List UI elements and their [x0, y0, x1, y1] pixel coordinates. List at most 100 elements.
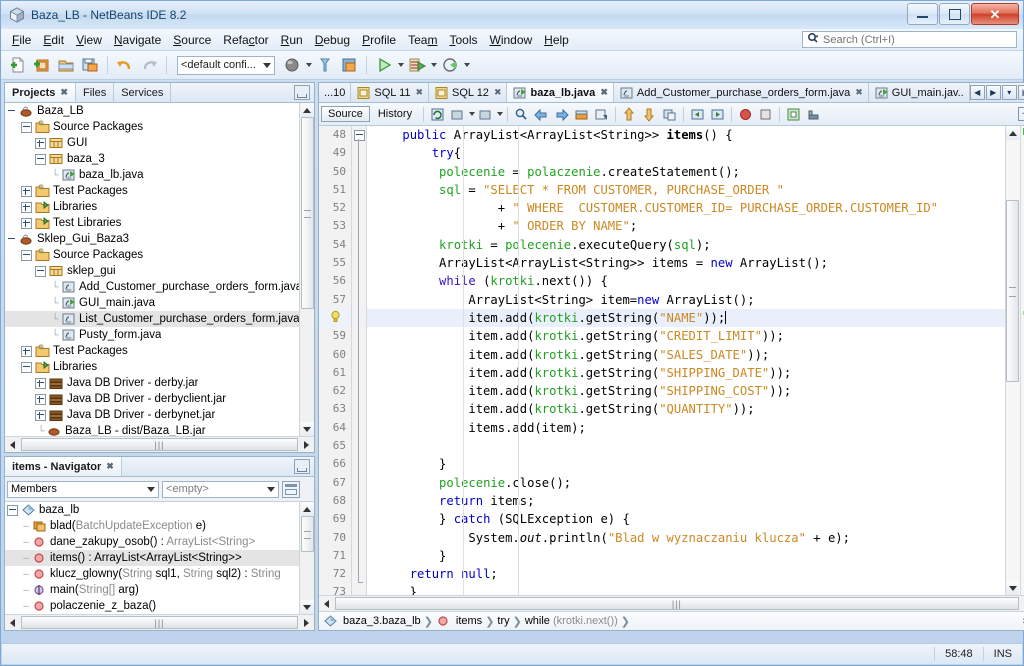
run-project-icon[interactable] [373, 54, 395, 76]
tree-node[interactable]: GUI [5, 135, 299, 151]
build-dropdown-icon[interactable] [306, 63, 312, 67]
breadcrumb-item[interactable]: items [456, 615, 482, 627]
tree-node[interactable]: Sklep_Gui_Baza3 [5, 231, 299, 247]
menu-source[interactable]: Source [167, 31, 217, 49]
close-icon[interactable]: ✖ [106, 461, 114, 472]
stop-icon[interactable] [756, 105, 775, 123]
tree-node[interactable]: └ Baza_LB - dist/Baza_LB.jar [5, 423, 299, 436]
debug-project-icon[interactable] [406, 54, 428, 76]
minimize-navigator-icon[interactable] [294, 459, 310, 474]
menu-edit[interactable]: Edit [37, 31, 70, 49]
scroll-up-icon[interactable] [1006, 126, 1020, 140]
editor-hscrollbar[interactable]: ||| [319, 595, 1024, 611]
close-button[interactable]: ✕ [971, 3, 1019, 25]
editor-tab[interactable]: GUI_main.jav.. [869, 83, 970, 102]
close-icon[interactable]: ✖ [415, 87, 423, 98]
tree-node[interactable]: Test Libraries [5, 215, 299, 231]
project-configuration-combo[interactable]: <default confi... [177, 55, 275, 75]
collapse-icon[interactable] [21, 361, 32, 373]
menu-run[interactable]: Run [275, 31, 309, 49]
code-text[interactable]: public ArrayList<ArrayList<String>> item… [367, 126, 1005, 595]
search-box[interactable] [802, 31, 1017, 48]
tree-node[interactable]: Test Packages [5, 183, 299, 199]
scroll-left-icon[interactable]: ◀ [969, 85, 985, 100]
open-project-icon[interactable] [55, 54, 77, 76]
minimize-button[interactable] [907, 3, 938, 25]
code-folding-column[interactable] [352, 126, 367, 595]
scroll-left-icon[interactable] [5, 438, 20, 452]
editor-tab[interactable]: baza_lb.java ✖ [507, 83, 614, 102]
expand-icon[interactable] [35, 377, 46, 389]
menu-window[interactable]: Window [483, 31, 538, 49]
run-dropdown-icon[interactable] [398, 63, 404, 67]
scroll-right-icon[interactable] [299, 438, 314, 452]
tree-node[interactable]: Java DB Driver - derbynet.jar [5, 407, 299, 423]
editor-tab[interactable]: SQL 12 ✖ [429, 83, 508, 102]
tree-node[interactable]: └ GUI_main.java [5, 295, 299, 311]
forward-navigation-icon[interactable] [448, 105, 467, 123]
menu-team[interactable]: Team [402, 31, 443, 49]
vscroll-thumb[interactable] [300, 117, 314, 309]
breadcrumb-item[interactable]: while (krotki.next()) [525, 615, 618, 627]
comment-icon[interactable] [660, 105, 679, 123]
navigator-member-row[interactable]: baza_lb [5, 502, 299, 518]
menu-tools[interactable]: Tools [443, 31, 483, 49]
scroll-down-icon[interactable] [300, 600, 314, 614]
minimize-window-icon[interactable] [294, 85, 310, 100]
navigator-member-row[interactable]: – main(String[] arg) [5, 582, 299, 598]
tree-node[interactable]: └ Pusty_form.java [5, 327, 299, 343]
menu-refactor[interactable]: Refactor [217, 31, 274, 49]
close-icon[interactable]: ✖ [494, 87, 502, 98]
save-all-icon[interactable] [79, 54, 101, 76]
navigator-member-row[interactable]: – polaczenie_z_baza() [5, 598, 299, 614]
menu-profile[interactable]: Profile [356, 31, 402, 49]
navigator-hscrollbar[interactable]: ||| [5, 614, 314, 630]
tree-node[interactable]: Libraries [5, 359, 299, 375]
error-annotation-strip[interactable] [1019, 126, 1024, 595]
scroll-right-icon[interactable]: ▶ [985, 85, 1001, 100]
tree-node[interactable]: Java DB Driver - derbyclient.jar [5, 391, 299, 407]
navigator-member-row[interactable]: – items() : ArrayList<ArrayList<String>> [5, 550, 299, 566]
tree-node[interactable]: Libraries [5, 199, 299, 215]
profile-project-icon[interactable] [439, 54, 461, 76]
project-tree[interactable]: Baza_LB Source Packages GUI baza_3 └ baza_lb.… [5, 103, 299, 436]
shift-left-icon[interactable] [620, 105, 639, 123]
scroll-left-icon[interactable] [319, 597, 334, 611]
scroll-right-icon[interactable] [1020, 597, 1024, 611]
vscroll-thumb[interactable] [1006, 200, 1020, 382]
maximize-icon[interactable]: ▣ [1017, 85, 1024, 100]
next-bookmark-icon[interactable] [708, 105, 727, 123]
editor-tab[interactable]: SQL 11 ✖ [351, 83, 430, 102]
hint-bulb-icon[interactable] [319, 308, 351, 328]
expand-icon[interactable] [35, 137, 46, 149]
clean-build-icon[interactable] [314, 54, 336, 76]
scroll-up-icon[interactable] [300, 502, 314, 516]
navigator-filter-combo[interactable]: <empty> [162, 480, 279, 498]
toggle-history-view[interactable]: History [371, 106, 419, 122]
menu-debug[interactable]: Debug [309, 31, 356, 49]
chevron-down-icon[interactable] [469, 112, 476, 116]
breadcrumb-item[interactable]: try [497, 615, 509, 627]
project-tree-vscrollbar[interactable] [299, 103, 314, 436]
new-project-icon[interactable] [31, 54, 53, 76]
navigator-member-row[interactable]: – klucz_glowny(String sql1, String sql2) … [5, 566, 299, 582]
expand-icon[interactable] [21, 201, 32, 213]
menu-view[interactable]: View [70, 31, 108, 49]
tab-files[interactable]: Files [76, 83, 115, 102]
toggle-source-view[interactable]: Source [321, 106, 370, 122]
next-occurrence-icon[interactable] [552, 105, 571, 123]
shift-right-icon[interactable] [640, 105, 659, 123]
close-icon[interactable]: ✖ [855, 87, 863, 98]
chevron-down-icon-2[interactable] [497, 112, 504, 116]
hscroll-thumb[interactable]: ||| [335, 597, 1019, 610]
navigator-vscrollbar[interactable] [299, 502, 314, 614]
scroll-down-icon[interactable] [300, 422, 314, 436]
toggle-rect-selection-icon[interactable] [572, 105, 591, 123]
collapse-icon[interactable] [35, 265, 46, 277]
navigator-members-list[interactable]: baza_lb – blad(BatchUpdateException e) – dan… [5, 502, 299, 614]
refresh-icon[interactable] [428, 105, 447, 123]
editor-tab[interactable]: Add_Customer_purchase_orders_form.java ✖ [614, 83, 869, 102]
toggle-breakpoint-icon[interactable] [736, 105, 755, 123]
tree-node[interactable]: Source Packages [5, 119, 299, 135]
line-number-gutter[interactable]: 48 49 50 51 52 53 54 55 56 57 59 60 61 62 63 64 65 66 67 68… [319, 126, 352, 595]
